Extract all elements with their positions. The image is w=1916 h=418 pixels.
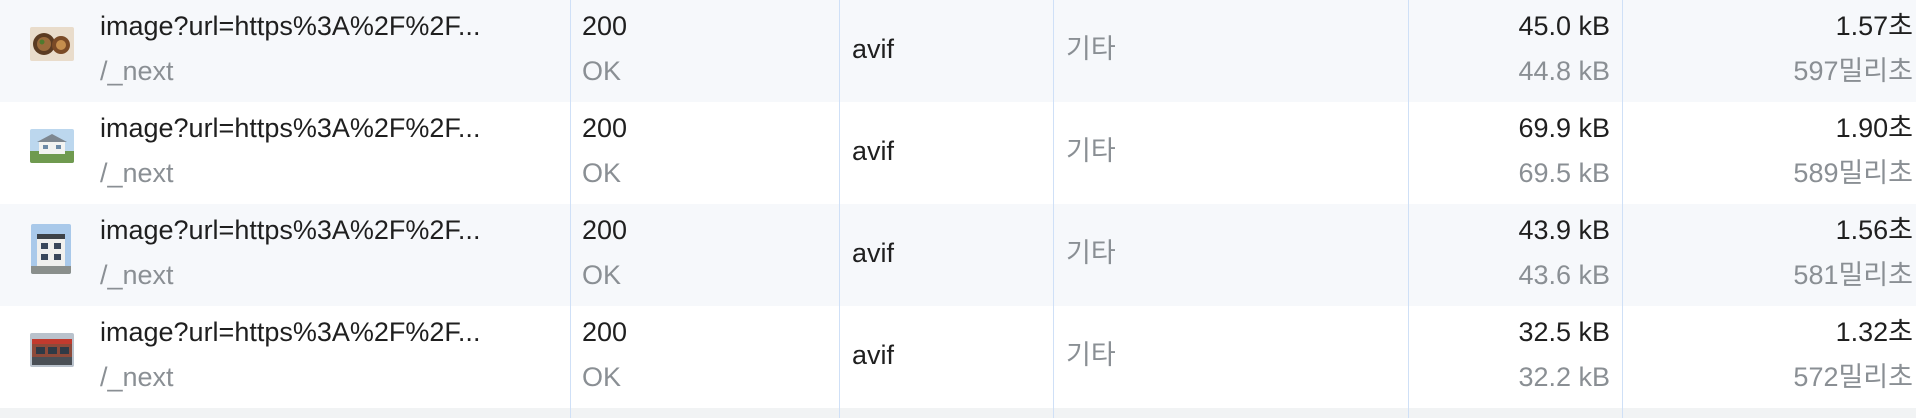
latency: 589밀리초 xyxy=(1793,158,1913,188)
request-path: /_next xyxy=(100,260,174,290)
name-cell[interactable]: image?url=https%3A%2F%2F... /_next xyxy=(0,306,570,408)
resource-type: avif xyxy=(852,136,895,166)
column-divider[interactable] xyxy=(1053,0,1054,418)
column-divider[interactable] xyxy=(1408,0,1409,418)
total-time: 1.57초 xyxy=(1835,11,1913,41)
status-code: 200 xyxy=(582,11,628,41)
status-cell: 200 OK xyxy=(571,204,839,306)
request-name: image?url=https%3A%2F%2F... xyxy=(100,113,481,143)
status-text: OK xyxy=(582,260,622,290)
type-cell: avif xyxy=(840,0,1053,102)
initiator-cell: 기타 xyxy=(1054,102,1408,204)
request-path: /_next xyxy=(100,56,174,86)
latency: 581밀리초 xyxy=(1793,260,1913,290)
resource-type: avif xyxy=(852,340,895,370)
resource-type: avif xyxy=(852,34,895,64)
total-time: 1.32초 xyxy=(1835,317,1913,347)
initiator-cell: 기타 xyxy=(1054,204,1408,306)
initiator: 기타 xyxy=(1066,136,1116,166)
request-name: image?url=https%3A%2F%2F... xyxy=(100,215,481,245)
request-path: /_next xyxy=(100,158,174,188)
column-divider[interactable] xyxy=(839,0,840,418)
status-cell: 200 OK xyxy=(571,102,839,204)
network-request-table: image?url=https%3A%2F%2F... /_next 200 O… xyxy=(0,0,1916,418)
status-code: 200 xyxy=(582,215,628,245)
name-cell[interactable]: image?url=https%3A%2F%2F... /_next xyxy=(0,102,570,204)
transferred-size: 69.9 kB xyxy=(1518,113,1610,143)
size-cell: 43.9 kB 43.6 kB xyxy=(1409,204,1622,306)
total-time: 1.90초 xyxy=(1835,113,1913,143)
type-cell: avif xyxy=(840,204,1053,306)
resource-size: 69.5 kB xyxy=(1518,158,1610,188)
resource-size: 43.6 kB xyxy=(1518,260,1610,290)
storefront-thumbnail-icon xyxy=(30,333,74,367)
type-cell: avif xyxy=(840,306,1053,408)
column-divider[interactable] xyxy=(1622,0,1623,418)
initiator-cell: 기타 xyxy=(1054,306,1408,408)
status-text: OK xyxy=(582,158,622,188)
building-thumbnail-icon xyxy=(31,224,71,274)
time-cell: 1.32초 572밀리초 xyxy=(1623,306,1916,408)
transferred-size: 43.9 kB xyxy=(1518,215,1610,245)
size-cell: 32.5 kB 32.2 kB xyxy=(1409,306,1622,408)
resource-size: 44.8 kB xyxy=(1518,56,1610,86)
transferred-size: 32.5 kB xyxy=(1518,317,1610,347)
network-request-row[interactable]: image?url=https%3A%2F%2F... /_next 200 O… xyxy=(0,102,1916,204)
house-thumbnail-icon xyxy=(30,129,74,163)
transferred-size: 45.0 kB xyxy=(1518,11,1610,41)
total-time: 1.56초 xyxy=(1835,215,1913,245)
initiator: 기타 xyxy=(1066,238,1116,268)
request-name: image?url=https%3A%2F%2F... xyxy=(100,317,481,347)
initiator: 기타 xyxy=(1066,340,1116,370)
request-name: image?url=https%3A%2F%2F... xyxy=(100,11,481,41)
time-cell: 1.56초 581밀리초 xyxy=(1623,204,1916,306)
latency: 572밀리초 xyxy=(1793,362,1913,392)
time-cell: 1.57초 597밀리초 xyxy=(1623,0,1916,102)
latency: 597밀리초 xyxy=(1793,56,1913,86)
size-cell: 45.0 kB 44.8 kB xyxy=(1409,0,1622,102)
name-cell[interactable]: image?url=https%3A%2F%2F... /_next xyxy=(0,0,570,102)
status-text: OK xyxy=(582,362,622,392)
food-thumbnail-icon xyxy=(30,27,74,61)
network-request-row[interactable]: image?url=https%3A%2F%2F... /_next 200 O… xyxy=(0,204,1916,306)
status-code: 200 xyxy=(582,317,628,347)
column-divider[interactable] xyxy=(570,0,571,418)
status-text: OK xyxy=(582,56,622,86)
status-cell: 200 OK xyxy=(571,0,839,102)
status-cell: 200 OK xyxy=(571,306,839,408)
initiator-cell: 기타 xyxy=(1054,0,1408,102)
type-cell: avif xyxy=(840,102,1053,204)
time-cell: 1.90초 589밀리초 xyxy=(1623,102,1916,204)
network-request-row[interactable]: image?url=https%3A%2F%2F... /_next 200 O… xyxy=(0,306,1916,408)
name-cell[interactable]: image?url=https%3A%2F%2F... /_next xyxy=(0,204,570,306)
size-cell: 69.9 kB 69.5 kB xyxy=(1409,102,1622,204)
initiator: 기타 xyxy=(1066,34,1116,64)
network-request-row[interactable]: image?url=https%3A%2F%2F... /_next 200 O… xyxy=(0,0,1916,102)
request-path: /_next xyxy=(100,362,174,392)
status-code: 200 xyxy=(582,113,628,143)
resource-type: avif xyxy=(852,238,895,268)
resource-size: 32.2 kB xyxy=(1518,362,1610,392)
